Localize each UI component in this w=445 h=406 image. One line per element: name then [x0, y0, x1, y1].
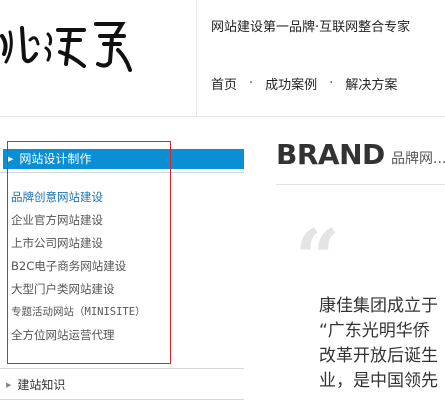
brand-divider — [276, 184, 445, 185]
site-logo[interactable] — [0, 14, 140, 84]
site-tagline: 网站建设第一品牌·互联网整合专家 — [211, 20, 411, 35]
brand-subtitle: 品牌网... — [391, 151, 445, 167]
intro-line: 改革开放后诞生 — [319, 346, 438, 366]
sidebar-knowledge-label: 建站知识 — [17, 378, 66, 392]
header-divider — [196, 0, 197, 116]
header-bottom-border — [0, 116, 445, 117]
intro-paragraph: 康佳集团成立于 “广东光明华侨 改革开放后诞生 业，是中国领先 — [319, 294, 445, 394]
intro-line: 康佳集团成立于 — [319, 296, 438, 316]
top-navigation: 首页 · 成功案例 · 解决方案 — [211, 74, 397, 93]
nav-solutions[interactable]: 解决方案 — [345, 74, 397, 93]
nav-separator: · — [329, 76, 334, 91]
nav-home[interactable]: 首页 — [211, 74, 237, 93]
triangle-right-icon: ▶ — [6, 380, 12, 389]
sidebar-divider — [0, 368, 244, 369]
nav-cases[interactable]: 成功案例 — [265, 74, 317, 93]
sidebar-item-knowledge[interactable]: ▶ 建站知识 — [6, 376, 65, 393]
intro-line: 业，是中国领先 — [319, 371, 438, 391]
sidebar-divider — [0, 399, 244, 400]
highlight-box — [7, 141, 171, 364]
nav-separator: · — [249, 76, 254, 91]
brand-title: BRAND — [276, 138, 385, 171]
intro-line: “广东光明华侨 — [319, 321, 430, 341]
quote-mark-icon: “ — [295, 213, 340, 304]
